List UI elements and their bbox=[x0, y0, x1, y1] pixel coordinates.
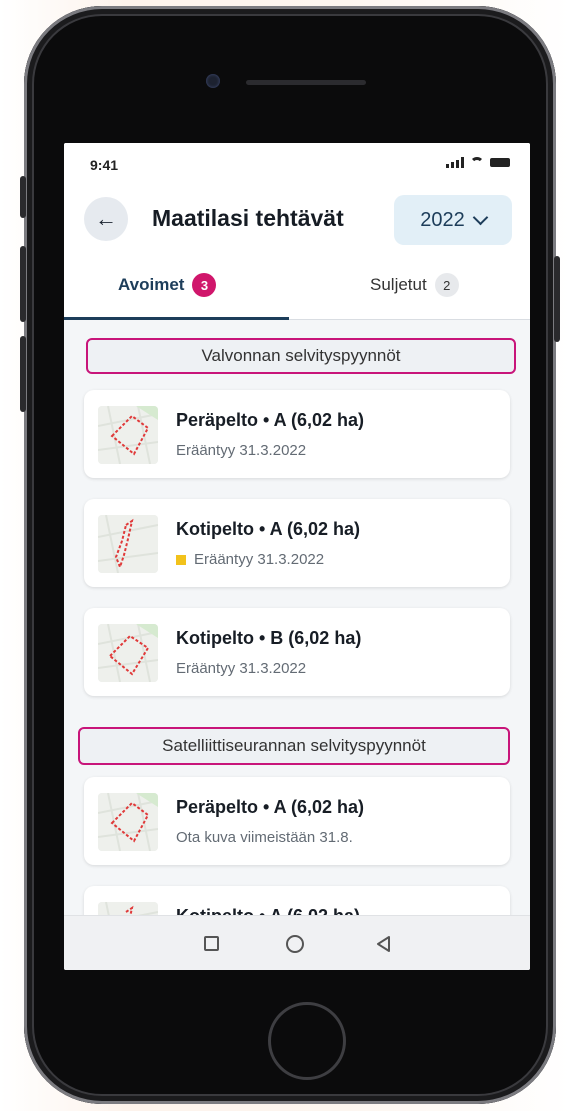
status-time: 9:41 bbox=[90, 157, 119, 173]
section-header-satellite: Satelliittiseurannan selvityspyynnöt bbox=[78, 727, 510, 765]
status-bar: 9:41 bbox=[64, 143, 530, 185]
triangle-back-icon[interactable] bbox=[374, 934, 394, 954]
task-subtitle: Erääntyy 31.3.2022 bbox=[176, 442, 306, 459]
page-title: Maatilasi tehtävät bbox=[152, 205, 344, 231]
power-button bbox=[554, 256, 560, 342]
signal-icon bbox=[446, 157, 464, 168]
task-card[interactable]: Kotipelto • B (6,02 ha) Erääntyy 31.3.20… bbox=[84, 608, 510, 696]
tab-open[interactable]: Avoimet 3 bbox=[118, 273, 217, 297]
task-title: Kotipelto • B (6,02 ha) bbox=[176, 628, 362, 648]
tab-closed-label: Suljetut bbox=[370, 275, 427, 294]
task-title: Kotipelto • A (6,02 ha) bbox=[176, 519, 360, 539]
task-due-date: Erääntyy 31.3.2022 bbox=[194, 551, 325, 568]
field-map-thumbnail bbox=[98, 406, 158, 464]
tab-open-label: Avoimet bbox=[118, 275, 185, 294]
field-map-thumbnail bbox=[98, 624, 158, 682]
task-instruction: Ota kuva viimeistään 31.8. bbox=[176, 829, 353, 846]
tab-bar: Avoimet 3 Suljetut 2 bbox=[64, 249, 530, 320]
battery-icon bbox=[490, 158, 510, 167]
task-subtitle: Erääntyy 31.3.2022 bbox=[176, 660, 306, 677]
app-header: ← Maatilasi tehtävät 2022 bbox=[64, 185, 530, 249]
volume-up-button bbox=[20, 246, 26, 322]
android-nav-bar bbox=[64, 915, 530, 970]
task-card[interactable]: Peräpelto • A (6,02 ha) Ota kuva viimeis… bbox=[84, 777, 510, 865]
task-due-date: Erääntyy 31.3.2022 bbox=[176, 442, 307, 459]
active-tab-indicator bbox=[64, 317, 289, 320]
tab-closed[interactable]: Suljetut 2 bbox=[370, 273, 459, 297]
year-selector[interactable]: 2022 bbox=[394, 195, 512, 245]
field-map-thumbnail bbox=[98, 515, 158, 573]
volume-down-button bbox=[20, 336, 26, 412]
task-due-date: Erääntyy 31.3.2022 bbox=[176, 660, 307, 677]
square-icon[interactable] bbox=[204, 936, 219, 951]
tab-open-count-badge: 3 bbox=[192, 273, 217, 297]
status-icons bbox=[446, 157, 510, 168]
speaker-grille bbox=[246, 80, 366, 85]
field-map-thumbnail bbox=[98, 793, 158, 851]
task-subtitle: Erääntyy 31.3.2022 bbox=[176, 551, 324, 568]
section-header-inspection: Valvonnan selvityspyynnöt bbox=[86, 338, 516, 374]
task-title: Peräpelto • A (6,02 ha) bbox=[176, 410, 365, 430]
chevron-down-icon bbox=[472, 209, 489, 226]
home-button[interactable] bbox=[268, 1002, 346, 1080]
task-card[interactable]: Peräpelto • A (6,02 ha) Erääntyy 31.3.20… bbox=[84, 390, 510, 478]
arrow-left-icon: ← bbox=[95, 206, 117, 231]
tab-closed-count-badge: 2 bbox=[434, 273, 459, 297]
task-subtitle: Ota kuva viimeistään 31.8. bbox=[176, 829, 353, 846]
task-card[interactable]: Kotipelto • A (6,02 ha) Erääntyy 31.3.20… bbox=[84, 499, 510, 587]
back-button[interactable]: ← bbox=[84, 197, 128, 241]
app-screen: 9:41 ← Maatilasi tehtävät 2022 Avoimet 3… bbox=[64, 143, 530, 970]
circle-icon[interactable] bbox=[286, 935, 304, 953]
mute-switch bbox=[20, 176, 26, 218]
warning-marker-icon bbox=[176, 554, 186, 565]
task-title: Peräpelto • A (6,02 ha) bbox=[176, 797, 365, 817]
wifi-icon bbox=[470, 157, 484, 168]
camera-icon bbox=[206, 74, 220, 88]
year-value: 2022 bbox=[420, 208, 465, 231]
